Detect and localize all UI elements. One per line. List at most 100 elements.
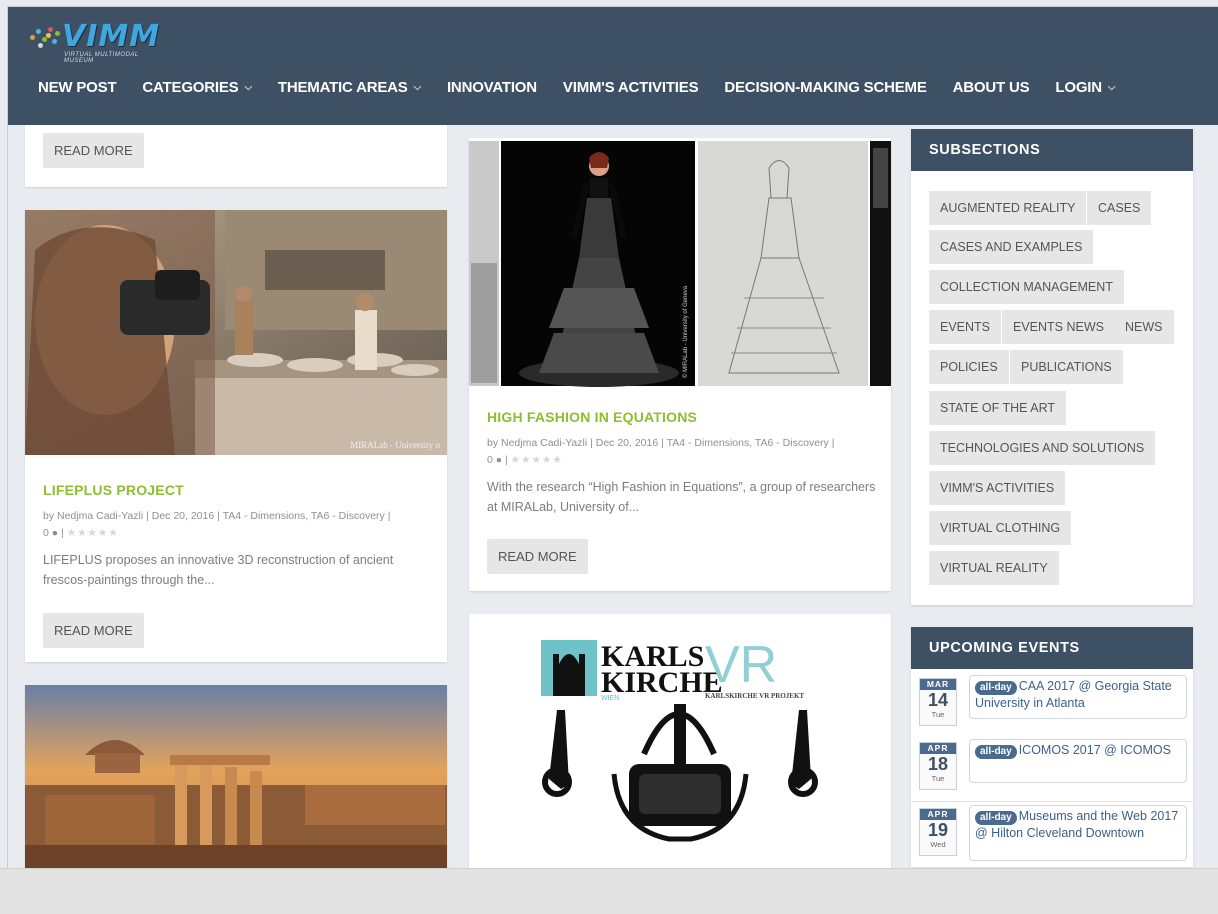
karlskirche-image[interactable]: KARLS KIRCHE VR WIEN KARLSKIRCHE VR PROJ… xyxy=(469,614,891,875)
wien-text: WIEN xyxy=(601,695,619,702)
all-day-badge: all-day xyxy=(975,811,1017,825)
read-more-button[interactable]: READ MORE xyxy=(43,133,144,168)
event-day: 18 xyxy=(927,754,949,774)
karlskirche-vr-logo: KARLS KIRCHE VR WIEN KARLSKIRCHE VR PROJ… xyxy=(469,614,891,875)
nav-login[interactable]: LOGIN ⌵ xyxy=(1055,79,1115,96)
post-excerpt: LIFEPLUS proposes an innovative 3D recon… xyxy=(43,553,394,587)
lifeplus-image[interactable]: MIRALab - University o xyxy=(25,210,447,455)
post-card-karlskirche: KARLS KIRCHE VR WIEN KARLSKIRCHE VR PROJ… xyxy=(469,614,891,875)
nav-categories[interactable]: CATEGORIES ⌵ xyxy=(142,79,252,96)
event-month: APR xyxy=(920,743,956,754)
post-title[interactable]: LIFEPLUS PROJECT xyxy=(43,482,184,498)
event-link[interactable]: all-day CAA 2017 @ Georgia State Universi… xyxy=(969,675,1187,719)
vr-text: VR xyxy=(705,636,777,694)
fashion-photo: © MIRALab - University of Geneva xyxy=(469,138,891,388)
tag-publications[interactable]: PUBLICATIONS xyxy=(1010,350,1123,384)
rating-stars: ★★★★★ xyxy=(66,527,119,539)
post-meta: by Nedjma Cadi-Yazli | Dec 20, 2016 | TA… xyxy=(43,510,391,539)
comment-count[interactable]: 0 xyxy=(43,527,49,539)
logo-text: VIMM xyxy=(62,19,161,54)
project-text: KARLSKIRCHE VR PROJEKT xyxy=(705,692,804,700)
event-item: MAR 14 Tue all-day CAA 2017 @ Georgia Sta… xyxy=(911,672,1193,738)
event-title: ICOMOS 2017 @ ICOMOS xyxy=(1018,743,1171,757)
nav-new-post[interactable]: NEW POST xyxy=(38,79,117,96)
post-card-lifeplus: MIRALab - University o LIFEPLUS PROJECT … xyxy=(25,210,447,662)
tag-cases-and-examples[interactable]: CASES AND EXAMPLES xyxy=(929,230,1094,264)
tag-policies[interactable]: POLICIES xyxy=(929,350,1009,384)
event-item: APR 19 Wed all-day Museums and the Web 20… xyxy=(911,802,1193,868)
tag-virtual-reality[interactable]: VIRTUAL REALITY xyxy=(929,551,1059,585)
comment-icon: ● xyxy=(495,454,503,466)
event-item: APR 18 Tue all-day ICOMOS 2017 @ ICOMOS xyxy=(911,736,1193,802)
tag-events-news[interactable]: EVENTS NEWS xyxy=(1002,310,1115,344)
event-link[interactable]: all-day ICOMOS 2017 @ ICOMOS xyxy=(969,739,1187,783)
tag-state-of-the-art[interactable]: STATE OF THE ART xyxy=(929,391,1067,425)
event-month: APR xyxy=(920,809,956,820)
nav-label: NEW POST xyxy=(38,79,117,96)
nav-vimms-activities[interactable]: VIMM'S ACTIVITIES xyxy=(562,79,699,96)
tag-events[interactable]: EVENTS xyxy=(929,310,1002,344)
comment-count[interactable]: 0 xyxy=(487,454,493,466)
subsections-title: SUBSECTIONS xyxy=(911,129,1193,171)
tag-virtual-clothing[interactable]: VIRTUAL CLOTHING xyxy=(929,511,1072,545)
nav-label: THEMATIC AREAS xyxy=(277,79,408,96)
chevron-down-icon: ⌵ xyxy=(413,82,422,93)
logo-burst-icon xyxy=(28,21,62,51)
rome-forum-image[interactable] xyxy=(25,685,447,875)
nav-thematic-areas[interactable]: THEMATIC AREAS ⌵ xyxy=(278,79,421,96)
tag-technologies-and-solutions[interactable]: TECHNOLOGIES AND SOLUTIONS xyxy=(929,431,1156,465)
lifeplus-image-caption: MIRALab - University o xyxy=(350,440,440,450)
post-title[interactable]: HIGH FASHION IN EQUATIONS xyxy=(487,409,697,425)
rome-forum-photo xyxy=(25,685,447,875)
chevron-down-icon: ⌵ xyxy=(244,82,252,93)
main-nav: NEW POST CATEGORIES ⌵ THEMATIC AREAS ⌵ INN… xyxy=(38,79,1141,96)
site-logo[interactable]: VIMM VIRTUAL MULTIMODAL MUSEUM xyxy=(28,19,161,64)
nav-label: INNOVATION xyxy=(446,79,537,96)
upcoming-events-title: UPCOMING EVENTS xyxy=(911,627,1193,669)
bottom-bar xyxy=(0,868,1218,914)
event-weekday: Tue xyxy=(931,774,945,783)
rating-stars: ★★★★★ xyxy=(510,454,563,466)
event-weekday: Tue xyxy=(931,710,945,719)
tag-news[interactable]: NEWS xyxy=(1114,310,1174,344)
post-card-rome xyxy=(25,685,447,875)
logo-subtitle: VIRTUAL MULTIMODAL MUSEUM xyxy=(64,52,139,64)
comment-icon: ● xyxy=(51,527,59,539)
nav-label: VIMM'S ACTIVITIES xyxy=(562,79,699,96)
event-date: MAR 14 Tue xyxy=(919,678,957,726)
nav-label: ABOUT US xyxy=(952,79,1030,96)
nav-label: DECISION-MAKING SCHEME xyxy=(724,79,927,96)
nav-about-us[interactable]: ABOUT US xyxy=(953,79,1030,96)
post-meta-text: by Nedjma Cadi-Yazli | Dec 20, 2016 | TA… xyxy=(43,510,391,522)
site-header: VIMM VIRTUAL MULTIMODAL MUSEUM NEW POST … xyxy=(8,7,1218,125)
tag-vimms-activities[interactable]: VIMM'S ACTIVITIES xyxy=(929,471,1066,505)
tag-augmented-reality[interactable]: AUGMENTED REALITY xyxy=(929,191,1087,225)
read-more-button[interactable]: READ MORE xyxy=(43,613,144,648)
tag-cases[interactable]: CASES xyxy=(1087,191,1152,225)
event-weekday: Wed xyxy=(930,840,946,849)
chevron-down-icon: ⌵ xyxy=(1107,82,1116,93)
post-card-fashion: © MIRALab - University of Geneva HIGH FA… xyxy=(469,138,891,591)
tag-collection-management[interactable]: COLLECTION MANAGEMENT xyxy=(929,270,1124,304)
post-card-top: READ MORE xyxy=(25,125,447,187)
nav-decision-making-scheme[interactable]: DECISION-MAKING SCHEME xyxy=(724,79,926,96)
event-date: APR 19 Wed xyxy=(919,808,957,856)
nav-label: CATEGORIES xyxy=(142,79,239,96)
fashion-image[interactable]: © MIRALab - University of Geneva xyxy=(469,138,891,388)
event-link[interactable]: all-day Museums and the Web 2017 @ Hilton… xyxy=(969,805,1187,861)
post-meta-text: by Nedjma Cadi-Yazli | Dec 20, 2016 | TA… xyxy=(487,437,835,449)
post-meta: by Nedjma Cadi-Yazli | Dec 20, 2016 | TA… xyxy=(487,437,835,466)
fashion-image-caption: © MIRALab - University of Geneva xyxy=(682,285,689,378)
lifeplus-photo: MIRALab - University o xyxy=(25,210,447,455)
post-excerpt: With the research “High Fashion in Equat… xyxy=(487,480,876,514)
read-more-button[interactable]: READ MORE xyxy=(487,539,588,574)
nav-innovation[interactable]: INNOVATION xyxy=(447,79,537,96)
event-day: 19 xyxy=(927,820,949,840)
page-frame: VIMM VIRTUAL MULTIMODAL MUSEUM NEW POST … xyxy=(7,6,1218,914)
all-day-badge: all-day xyxy=(975,681,1017,695)
event-month: MAR xyxy=(920,679,956,690)
all-day-badge: all-day xyxy=(975,745,1017,759)
event-date: APR 18 Tue xyxy=(919,742,957,790)
event-day: 14 xyxy=(927,690,949,710)
nav-label: LOGIN xyxy=(1055,79,1102,96)
